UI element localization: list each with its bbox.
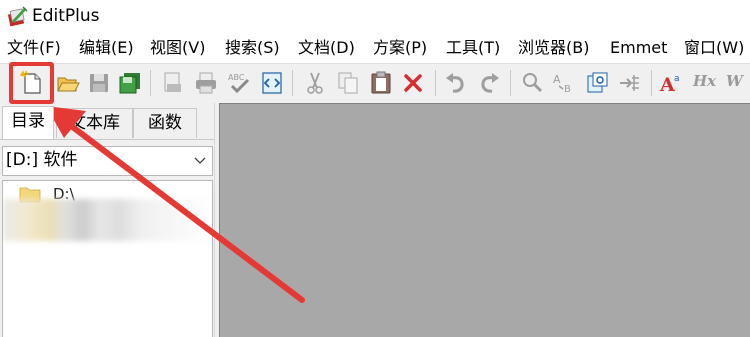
highlight-box	[9, 62, 54, 104]
editor-workspace[interactable]	[219, 103, 750, 337]
delete-icon	[404, 74, 422, 92]
find-button[interactable]	[519, 70, 545, 96]
save-all-button[interactable]	[117, 70, 143, 96]
svg-text:ABC: ABC	[228, 73, 245, 82]
spell-check-button[interactable]: ABC	[226, 70, 252, 96]
print-preview-button[interactable]	[160, 70, 186, 96]
menu-bar: 文件(F) 编辑(E) 视图(V) 搜索(S) 文档(D) 方案(P) 工具(T…	[0, 33, 750, 63]
svg-text:A: A	[553, 73, 561, 86]
print-preview-icon	[164, 72, 181, 92]
find-icon	[523, 73, 543, 93]
word-wrap-button[interactable]: W	[726, 72, 743, 90]
tab-functions[interactable]: 函数	[133, 108, 197, 138]
browser-view-icon	[262, 72, 282, 94]
print-button[interactable]	[193, 70, 219, 96]
undo-button[interactable]	[443, 70, 469, 96]
menu-edit[interactable]: 编辑(E)	[79, 37, 134, 59]
editplus-app-icon	[7, 6, 28, 27]
replace-icon: A B	[553, 73, 571, 95]
redo-button[interactable]	[476, 70, 502, 96]
goto-line-button[interactable]	[617, 70, 643, 96]
toolbar-separator	[292, 70, 293, 96]
menu-search[interactable]: 搜索(S)	[225, 37, 280, 59]
drive-select[interactable]: [D:] 软件	[2, 146, 213, 176]
cut-button[interactable]	[302, 70, 328, 96]
menu-tools[interactable]: 工具(T)	[446, 37, 500, 59]
find-in-files-button[interactable]	[584, 70, 610, 96]
copy-button[interactable]	[335, 70, 361, 96]
paste-icon	[371, 71, 391, 94]
blurred-tree-items	[3, 199, 212, 241]
copy-icon	[338, 72, 358, 94]
drive-select-value: [D:] 软件	[6, 150, 78, 170]
toolbar: ABC A B A a Hx W	[0, 63, 750, 103]
menu-browser[interactable]: 浏览器(B)	[518, 37, 589, 59]
heading-button[interactable]: Hx	[693, 72, 716, 90]
paste-button[interactable]	[368, 70, 394, 96]
save-button[interactable]	[86, 70, 112, 96]
chevron-down-icon	[194, 157, 206, 164]
menu-emmet[interactable]: Emmet	[610, 37, 667, 59]
open-folder-icon	[57, 77, 80, 92]
svg-text:B: B	[564, 84, 571, 95]
tab-strip-divider	[0, 139, 214, 140]
menu-file[interactable]: 文件(F)	[7, 37, 61, 59]
goto-line-icon	[620, 75, 639, 91]
redo-icon	[481, 73, 499, 93]
svg-text:A: A	[659, 74, 675, 96]
toolbar-separator	[651, 70, 652, 96]
directory-panel: 目录 文本库 函数 [D:] 软件 D:\	[0, 103, 214, 337]
toolbar-separator	[435, 70, 436, 96]
toolbar-separator	[510, 70, 511, 96]
replace-button[interactable]: A B	[551, 70, 577, 96]
save-all-icon	[119, 73, 140, 94]
cut-icon	[307, 72, 323, 94]
spell-check-icon: ABC	[228, 73, 250, 94]
menu-project[interactable]: 方案(P)	[373, 37, 427, 59]
tab-directory[interactable]: 目录	[2, 106, 54, 139]
delete-button[interactable]	[400, 70, 426, 96]
svg-text:a: a	[674, 74, 680, 84]
browser-view-button[interactable]	[259, 70, 285, 96]
print-icon	[196, 72, 216, 94]
open-button[interactable]	[55, 70, 81, 96]
menu-document[interactable]: 文档(D)	[298, 37, 355, 59]
tab-cliptext[interactable]: 文本库	[56, 108, 133, 138]
font-button[interactable]: A a	[659, 70, 685, 96]
window-title: EditPlus	[32, 6, 100, 26]
folder-tree[interactable]: D:\	[2, 180, 213, 337]
font-icon: A a	[659, 74, 680, 96]
menu-window[interactable]: 窗口(W)	[684, 37, 744, 59]
undo-icon	[446, 73, 464, 93]
toolbar-separator	[150, 70, 151, 96]
title-bar: EditPlus	[0, 0, 750, 33]
menu-view[interactable]: 视图(V)	[150, 37, 205, 59]
find-in-files-icon	[587, 72, 608, 93]
save-icon	[90, 74, 108, 92]
